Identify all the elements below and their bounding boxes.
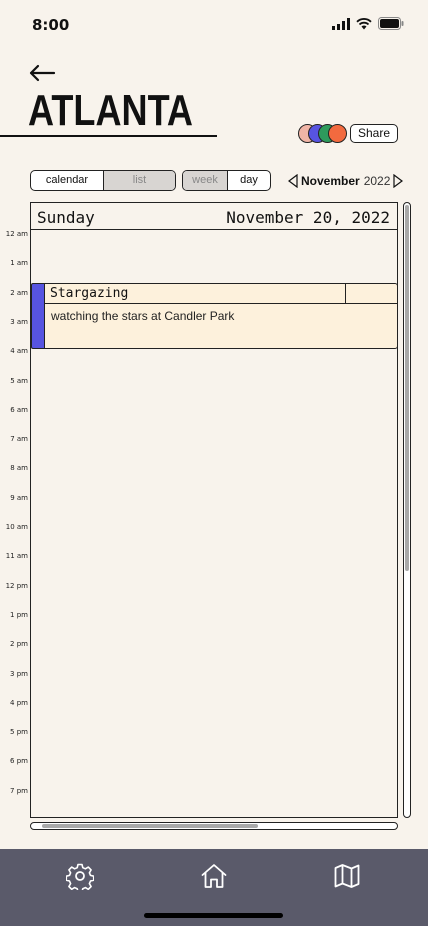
event-color-bar — [31, 283, 44, 349]
calendar-view-button[interactable]: calendar — [31, 171, 103, 190]
home-indicator — [144, 913, 283, 918]
back-arrow-icon[interactable] — [28, 62, 56, 84]
view-toggle: calendar list — [30, 170, 176, 191]
event-header-cell — [345, 284, 397, 303]
event-title: Stargazing — [50, 286, 129, 301]
vertical-scroll-thumb[interactable] — [405, 205, 409, 571]
year-label: 2022 — [363, 174, 391, 188]
avatar-4[interactable] — [328, 124, 347, 143]
hour-label: 1 am — [10, 259, 28, 268]
hour-label: 5 pm — [10, 728, 28, 737]
day-name: Sunday — [37, 208, 95, 227]
share-button[interactable]: Share — [350, 124, 398, 143]
event-description: watching the stars at Candler Park — [51, 309, 235, 323]
status-time: 8:00 — [32, 16, 70, 34]
event-body: Stargazing watching the stars at Candler… — [44, 283, 398, 349]
wifi-icon — [356, 17, 372, 29]
horizontal-scroll-thumb[interactable] — [42, 824, 258, 828]
home-icon[interactable] — [200, 862, 228, 890]
calendar-header: Sunday November 20, 2022 — [31, 203, 397, 230]
hour-label: 11 am — [5, 552, 28, 561]
horizontal-scrollbar[interactable] — [30, 822, 398, 830]
hour-label: 9 am — [10, 493, 28, 502]
hour-label: 5 am — [10, 376, 28, 385]
hour-label: 7 pm — [10, 786, 28, 795]
next-month-icon[interactable] — [392, 174, 404, 188]
event-card[interactable]: Stargazing watching the stars at Candler… — [31, 283, 398, 349]
hour-label: 3 pm — [10, 669, 28, 678]
hour-label: 10 am — [5, 523, 28, 531]
hour-label: 1 pm — [10, 610, 28, 619]
month-navigator: November 2022 — [287, 172, 404, 190]
map-icon[interactable] — [333, 862, 361, 890]
hour-label: 4 pm — [10, 698, 28, 707]
hour-label: 7 am — [10, 435, 28, 444]
hour-label: 6 pm — [10, 757, 28, 766]
hour-label: 8 am — [10, 464, 28, 473]
title-underline — [0, 135, 217, 137]
hour-label: 4 am — [10, 347, 28, 356]
status-icons — [332, 17, 404, 30]
calendar-date: November 20, 2022 — [226, 208, 390, 227]
day-range-button[interactable]: day — [227, 171, 270, 190]
hour-label: 12 pm — [5, 581, 28, 590]
hour-label: 2 am — [10, 288, 28, 297]
vertical-scrollbar[interactable] — [403, 202, 411, 818]
month-label: November — [301, 174, 360, 188]
event-header: Stargazing — [45, 284, 397, 304]
hour-label: 3 am — [10, 317, 28, 326]
gear-icon[interactable] — [66, 862, 94, 890]
hour-label: 12 am — [5, 230, 28, 238]
list-view-button[interactable]: list — [103, 171, 175, 190]
page-title: ATLANTA — [28, 86, 193, 135]
collaborator-avatars[interactable] — [298, 124, 350, 144]
hour-label: 6 am — [10, 405, 28, 414]
status-bar: 8:00 — [0, 0, 428, 48]
hour-label: 2 pm — [10, 640, 28, 649]
signal-icon — [332, 17, 350, 30]
battery-icon — [378, 17, 404, 30]
week-range-button[interactable]: week — [183, 171, 227, 190]
range-toggle: week day — [182, 170, 271, 191]
previous-month-icon[interactable] — [287, 174, 299, 188]
